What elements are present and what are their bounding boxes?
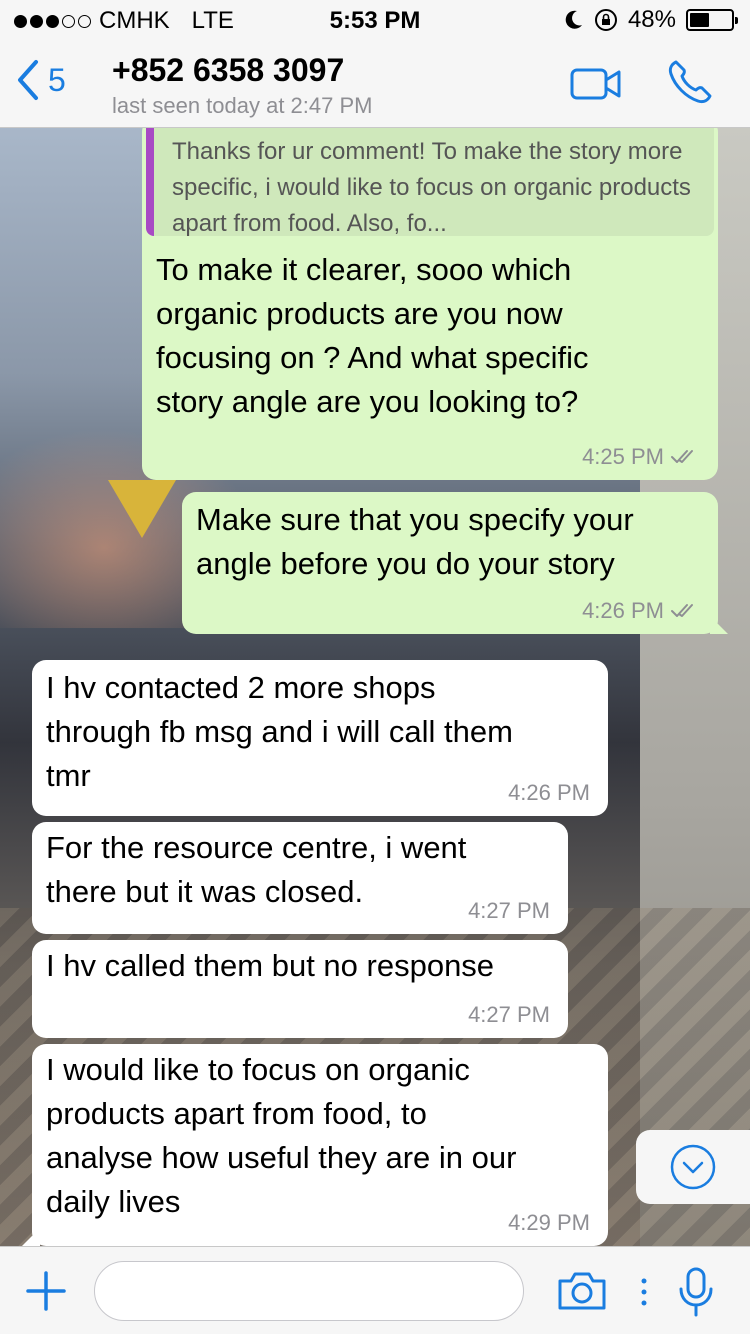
battery-percent: 48% — [627, 6, 676, 33]
battery-fill — [690, 13, 710, 27]
message-time: 4:27 PM — [468, 898, 550, 923]
last-seen-status: last seen today at 2:47 PM — [112, 93, 373, 118]
message-text: Make sure that you specify your angle be… — [196, 502, 634, 581]
input-bar — [0, 1246, 750, 1334]
message-time: 4:29 PM — [508, 1210, 590, 1235]
contact-info[interactable]: +852 6358 3097 last seen today at 2:47 P… — [112, 52, 373, 119]
chevron-down-circle-icon — [670, 1144, 716, 1190]
status-bar: CMHK LTE 5:53 PM 48% — [0, 0, 750, 40]
message-meta: 4:29 PM — [508, 1210, 590, 1236]
message-time: 4:26 PM — [582, 598, 664, 623]
message-meta: 4:27 PM — [468, 898, 550, 924]
message-meta: 4:26 PM — [582, 598, 700, 624]
chevron-left-icon — [18, 60, 38, 100]
message-bubble-incoming[interactable]: I hv called them but no response 4:27 PM — [32, 940, 568, 1038]
battery-icon — [686, 9, 738, 31]
contact-name: +852 6358 3097 — [112, 52, 345, 88]
video-camera-icon[interactable] — [570, 66, 622, 102]
message-text: I hv contacted 2 more shops through fb m… — [46, 670, 513, 793]
wallpaper-yield-sign — [108, 480, 176, 538]
message-time: 4:27 PM — [468, 1002, 550, 1027]
quoted-message[interactable]: Thanks for ur comment! To make the story… — [146, 128, 714, 236]
double-check-icon — [671, 450, 693, 463]
message-meta: 4:27 PM — [468, 1002, 550, 1028]
message-text: I hv called them but no response — [46, 948, 495, 983]
message-meta: 4:26 PM — [508, 780, 590, 806]
do-not-disturb-icon — [565, 10, 582, 29]
quoted-message-text: Thanks for ur comment! To make the story… — [172, 138, 691, 236]
message-meta: 4:25 PM — [582, 444, 700, 470]
more-dots-icon — [641, 1278, 647, 1306]
orientation-lock-icon — [594, 9, 617, 31]
camera-icon[interactable] — [556, 1271, 608, 1311]
message-bubble-incoming[interactable]: I hv contacted 2 more shops through fb m… — [32, 660, 608, 816]
message-bubble-incoming[interactable]: I would like to focus on organic product… — [22, 1044, 608, 1246]
plus-icon[interactable] — [26, 1271, 66, 1311]
double-check-icon — [671, 604, 693, 617]
message-input[interactable] — [94, 1261, 524, 1321]
back-button[interactable]: 5 — [14, 58, 66, 102]
message-bubble-incoming[interactable]: For the resource centre, i went there bu… — [32, 822, 568, 934]
status-right: 48% — [564, 6, 738, 34]
message-time: 4:26 PM — [508, 780, 590, 805]
phone-icon[interactable] — [666, 58, 714, 106]
chat-area[interactable]: Thanks for ur comment! To make the story… — [0, 128, 750, 1246]
message-time: 4:25 PM — [582, 444, 664, 469]
microphone-icon[interactable] — [676, 1267, 716, 1317]
message-text: To make it clearer, sooo which organic p… — [156, 252, 589, 419]
unread-count: 5 — [48, 61, 66, 98]
scroll-to-bottom-button[interactable] — [636, 1130, 750, 1204]
chat-header: 5 +852 6358 3097 last seen today at 2:47… — [0, 40, 750, 128]
message-text: I would like to focus on organic product… — [46, 1052, 517, 1219]
message-bubble-outgoing[interactable]: Make sure that you specify your angle be… — [182, 492, 728, 634]
message-bubble-outgoing[interactable]: Thanks for ur comment! To make the story… — [142, 128, 718, 480]
